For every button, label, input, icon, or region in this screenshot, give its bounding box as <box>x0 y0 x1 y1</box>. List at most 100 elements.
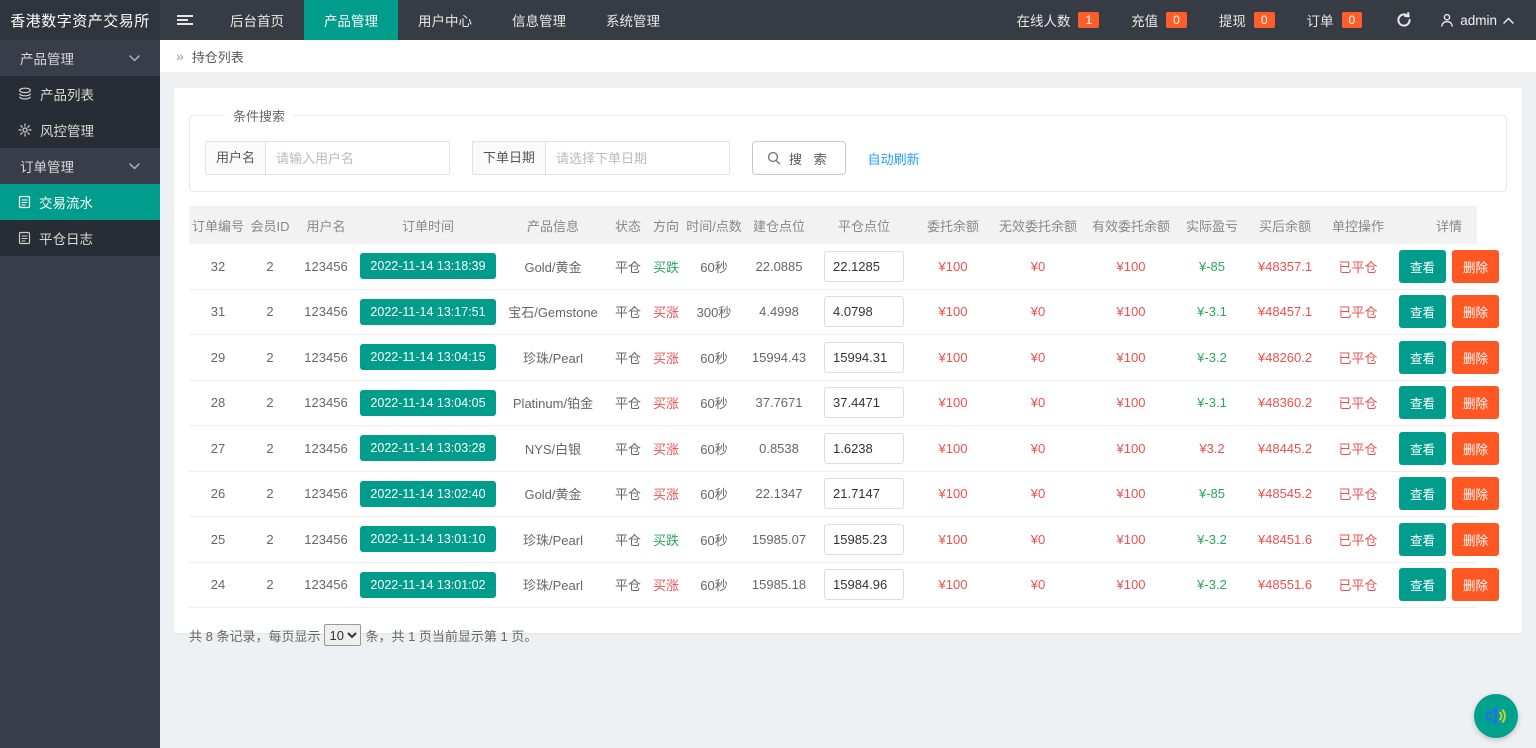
orders-stat[interactable]: 订单 0 <box>1291 10 1379 30</box>
control-status: 已平仓 <box>1325 530 1391 549</box>
control-status: 已平仓 <box>1325 439 1391 458</box>
nav-item-dashboard[interactable]: 后台首页 <box>210 0 304 40</box>
user-icon <box>1440 13 1454 27</box>
sidebar-group-order-management[interactable]: 订单管理 <box>0 148 160 184</box>
close-point-input[interactable]: 15984.96 <box>824 569 904 600</box>
product-info: 珍珠/Pearl <box>497 575 609 594</box>
order-time-button[interactable]: 2022-11-14 13:03:28 <box>360 435 495 461</box>
open-point: 0.8538 <box>743 441 815 456</box>
app-logo: 香港数字资产交易所 <box>0 0 160 40</box>
invalid-entrust-balance: ¥0 <box>993 532 1083 547</box>
view-button[interactable]: 查看 <box>1399 477 1446 510</box>
close-point-input[interactable]: 15994.31 <box>824 342 904 373</box>
order-time-button[interactable]: 2022-11-14 13:18:39 <box>360 253 495 279</box>
close-point: 15984.96 <box>815 569 913 600</box>
view-button[interactable]: 查看 <box>1399 341 1446 374</box>
close-point-input[interactable]: 4.0798 <box>824 296 904 327</box>
sidebar-item-trade-flow[interactable]: 交易流水 <box>0 184 160 220</box>
actual-pnl: ¥-3.1 <box>1179 304 1245 319</box>
username: 123456 <box>293 259 359 274</box>
nav-item-info-management[interactable]: 信息管理 <box>492 0 586 40</box>
positions-table: 订单编号会员ID用户名订单时间产品信息状态方向时间/点数建仓点位平仓点位委托余额… <box>189 206 1477 608</box>
sound-toggle-button[interactable] <box>1474 694 1518 738</box>
delete-button[interactable]: 删除 <box>1452 432 1499 465</box>
direction: 买涨 <box>647 393 685 412</box>
order-time-button[interactable]: 2022-11-14 13:01:10 <box>360 526 495 552</box>
search-fieldset: 条件搜索 用户名 下单日期 搜 索 自动刷新 <box>189 106 1507 192</box>
delete-button[interactable]: 删除 <box>1452 477 1499 510</box>
sidebar-toggle-button[interactable] <box>160 0 210 40</box>
entrust-balance: ¥100 <box>913 259 993 274</box>
order-time-button[interactable]: 2022-11-14 13:02:40 <box>360 481 495 507</box>
close-point-input[interactable]: 15985.23 <box>824 524 904 555</box>
close-point-input[interactable]: 1.6238 <box>824 433 904 464</box>
view-button[interactable]: 查看 <box>1399 386 1446 419</box>
column-header: 产品信息 <box>497 216 609 235</box>
nav-item-system-management[interactable]: 系统管理 <box>586 0 680 40</box>
auto-refresh-link[interactable]: 自动刷新 <box>868 149 920 168</box>
sidebar-item-close-position-log[interactable]: 平仓日志 <box>0 220 160 256</box>
delete-button[interactable]: 删除 <box>1452 386 1499 419</box>
view-button[interactable]: 查看 <box>1399 250 1446 283</box>
control-status: 已平仓 <box>1325 393 1391 412</box>
search-button[interactable]: 搜 索 <box>752 141 846 175</box>
top-nav: 后台首页 产品管理 用户中心 信息管理 系统管理 <box>210 0 680 40</box>
order-time-button[interactable]: 2022-11-14 13:01:02 <box>360 572 495 598</box>
order-date-group: 下单日期 <box>472 141 730 175</box>
order-date-label: 下单日期 <box>472 141 545 175</box>
page-title: 持仓列表 <box>192 47 244 66</box>
sidebar-item-product-list[interactable]: 产品列表 <box>0 76 160 112</box>
delete-button[interactable]: 删除 <box>1452 250 1499 283</box>
delete-button[interactable]: 删除 <box>1452 568 1499 601</box>
close-point-input[interactable]: 22.1285 <box>824 251 904 282</box>
period: 60秒 <box>685 530 743 549</box>
delete-button[interactable]: 删除 <box>1452 523 1499 556</box>
direction: 买涨 <box>647 575 685 594</box>
delete-button[interactable]: 删除 <box>1452 341 1499 374</box>
sidebar-group-product-management[interactable]: 产品管理 <box>0 40 160 76</box>
search-icon <box>767 151 781 165</box>
invalid-entrust-balance: ¥0 <box>993 441 1083 456</box>
order-time-button[interactable]: 2022-11-14 13:04:15 <box>360 344 495 370</box>
order-date-input[interactable] <box>545 141 730 175</box>
order-time-button[interactable]: 2022-11-14 13:04:05 <box>360 390 495 416</box>
recharge-stat[interactable]: 充值 0 <box>1115 10 1203 30</box>
close-point: 15985.23 <box>815 524 913 555</box>
column-header: 平仓点位 <box>815 216 913 235</box>
period: 300秒 <box>685 302 743 321</box>
column-header: 买后余额 <box>1245 216 1325 235</box>
actual-pnl: ¥-3.1 <box>1179 395 1245 410</box>
column-header: 建仓点位 <box>743 216 815 235</box>
sidebar-item-risk-management[interactable]: 风控管理 <box>0 112 160 148</box>
open-point: 4.4998 <box>743 304 815 319</box>
view-button[interactable]: 查看 <box>1399 432 1446 465</box>
open-point: 22.1347 <box>743 486 815 501</box>
online-users-stat[interactable]: 在线人数 1 <box>1000 10 1115 30</box>
close-point-input[interactable]: 37.4471 <box>824 387 904 418</box>
page-size-select[interactable]: 10 <box>324 624 361 646</box>
balance-after: ¥48445.2 <box>1245 441 1325 456</box>
actual-pnl: ¥-85 <box>1179 486 1245 501</box>
close-point-input[interactable]: 21.7147 <box>824 478 904 509</box>
recharge-badge: 0 <box>1166 12 1187 28</box>
view-button[interactable]: 查看 <box>1399 523 1446 556</box>
username-input[interactable] <box>265 141 450 175</box>
delete-button[interactable]: 删除 <box>1452 295 1499 328</box>
open-point: 37.7671 <box>743 395 815 410</box>
chevron-down-icon <box>129 55 140 62</box>
column-header: 时间/点数 <box>685 216 743 235</box>
nav-item-user-center[interactable]: 用户中心 <box>398 0 492 40</box>
order-time-button[interactable]: 2022-11-14 13:17:51 <box>360 299 495 325</box>
view-button[interactable]: 查看 <box>1399 568 1446 601</box>
withdraw-stat[interactable]: 提现 0 <box>1203 10 1291 30</box>
column-header: 无效委托余额 <box>993 216 1083 235</box>
column-header: 详情 <box>1391 216 1507 235</box>
nav-item-product-management[interactable]: 产品管理 <box>304 0 398 40</box>
table-row: 2521234562022-11-14 13:01:10珍珠/Pearl平仓买跌… <box>189 517 1477 563</box>
refresh-button[interactable] <box>1378 12 1430 28</box>
table-row: 2821234562022-11-14 13:04:05Platinum/铂金平… <box>189 381 1477 427</box>
column-header: 会员ID <box>247 216 293 235</box>
orders-badge: 0 <box>1342 12 1363 28</box>
view-button[interactable]: 查看 <box>1399 295 1446 328</box>
admin-menu[interactable]: admin <box>1430 13 1536 28</box>
